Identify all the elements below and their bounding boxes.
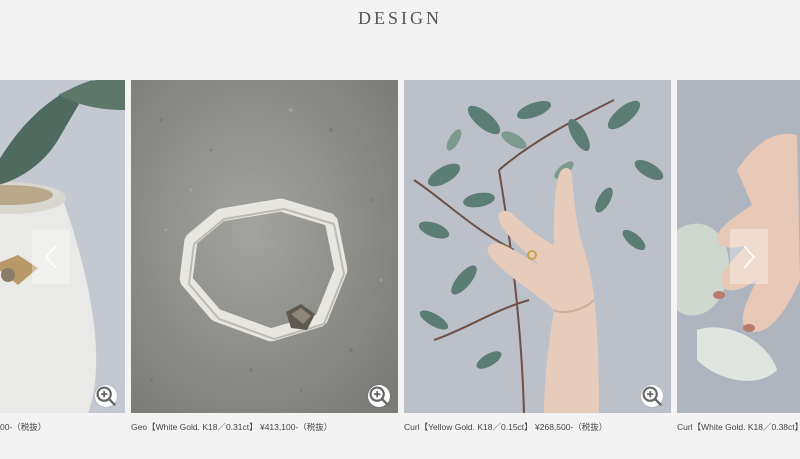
zoom-in-icon (642, 386, 663, 407)
zoom-in-icon (96, 386, 117, 407)
chevron-right-icon (743, 244, 756, 269)
product-card-geo[interactable]: Geo【White Gold. K18／0.31ct】 ¥413,100-（税抜… (131, 80, 398, 433)
zoom-button[interactable] (641, 385, 663, 407)
carousel-prev-button[interactable] (32, 229, 70, 284)
product-caption: Curl【White Gold. K18／0.38ct】 ¥3 (677, 422, 800, 432)
chevron-left-icon (44, 244, 57, 269)
product-photo[interactable] (131, 80, 398, 413)
product-caption: Curl【Yellow Gold. K18／0.15ct】 ¥268,500-（… (404, 422, 608, 432)
zoom-button[interactable] (95, 385, 117, 407)
product-caption: 00-（税抜） (0, 422, 47, 432)
carousel-next-button[interactable] (730, 229, 768, 284)
section-title: DESIGN (358, 8, 442, 28)
product-carousel[interactable]: 00-（税抜） Geo【White Gold. K18／0.31ct】 ¥413… (0, 80, 800, 459)
product-caption: Geo【White Gold. K18／0.31ct】 ¥413,100-（税抜… (131, 422, 333, 432)
zoom-button[interactable] (368, 385, 390, 407)
product-card-curl-yellow[interactable]: Curl【Yellow Gold. K18／0.15ct】 ¥268,500-（… (404, 80, 671, 433)
zoom-in-icon (369, 386, 390, 407)
product-photo[interactable] (404, 80, 671, 413)
